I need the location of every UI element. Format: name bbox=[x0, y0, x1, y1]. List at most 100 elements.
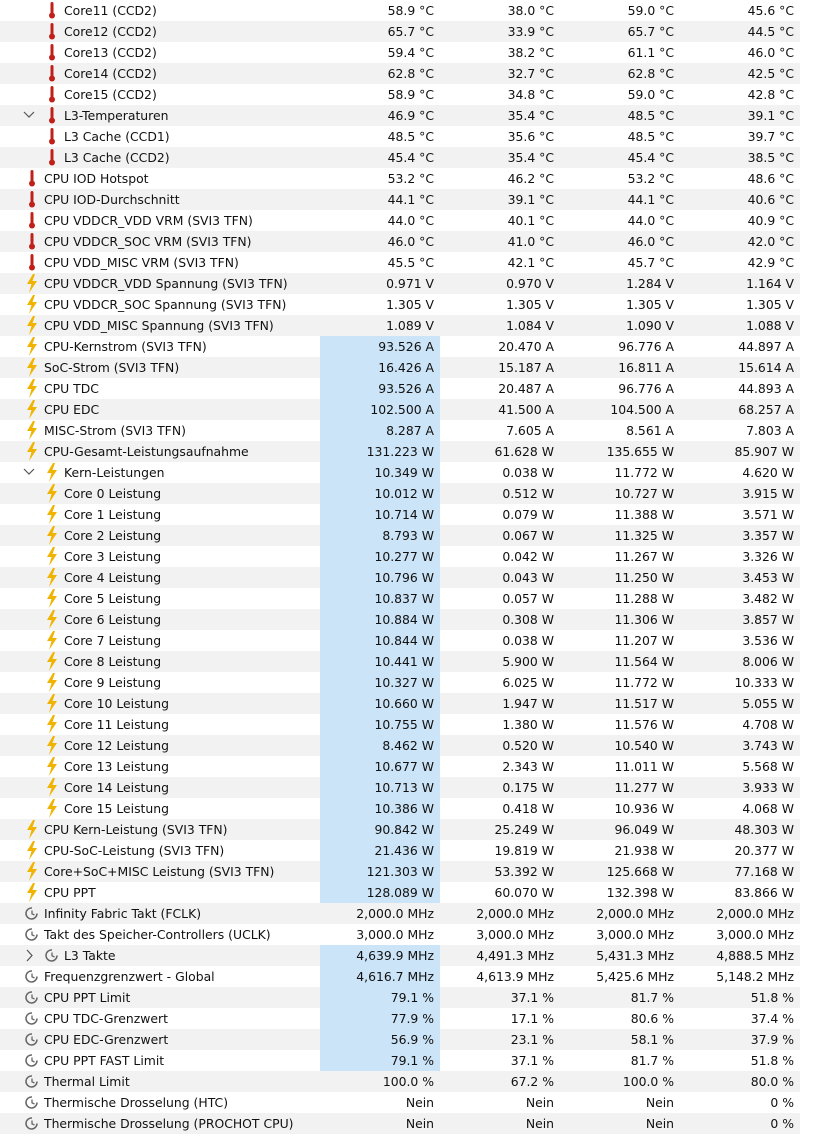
sensor-row[interactable]: Core 4 Leistung 10.796 W 0.043 W 11.250 W 3.… bbox=[0, 567, 800, 588]
current-value: 10.837 W bbox=[320, 588, 440, 609]
sensor-label: Core 11 Leistung bbox=[64, 717, 169, 732]
chevron-down-icon[interactable] bbox=[22, 462, 36, 483]
sensor-label: CPU-Gesamt-Leistungsaufnahme bbox=[44, 444, 249, 459]
sensor-row[interactable]: CPU EDC 102.500 A 41.500 A 104.500 A 68.257 … bbox=[0, 399, 800, 420]
sensor-label: L3 Takte bbox=[64, 948, 116, 963]
max-value: 59.0 °C bbox=[627, 87, 674, 102]
average-value: 48.6 °C bbox=[747, 171, 794, 186]
current-value: 58.9 °C bbox=[387, 3, 434, 18]
sensor-row[interactable]: Core 8 Leistung 10.441 W 5.900 W 11.564 W 8.… bbox=[0, 651, 800, 672]
current-value: 10.796 W bbox=[320, 567, 440, 588]
lightning-icon bbox=[24, 274, 40, 293]
scrollbar[interactable] bbox=[800, 0, 817, 1138]
sensor-label: Core 7 Leistung bbox=[64, 633, 162, 648]
sensor-row[interactable]: CPU EDC-Grenzwert 56.9 % 23.1 % 58.1 % 37.9 … bbox=[0, 1029, 800, 1050]
sensor-row[interactable]: Core 2 Leistung 8.793 W 0.067 W 11.325 W 3.3… bbox=[0, 525, 800, 546]
sensor-row[interactable]: L3 Cache (CCD2) 45.4 °C 35.4 °C 45.4 °C 38.5… bbox=[0, 147, 800, 168]
current-value: 45.5 °C bbox=[387, 255, 434, 270]
lightning-icon bbox=[44, 484, 60, 503]
current-value: 46.9 °C bbox=[387, 108, 434, 123]
current-value: 65.7 °C bbox=[387, 24, 434, 39]
thermometer-icon bbox=[44, 1, 60, 20]
sensor-label: CPU TDC-Grenzwert bbox=[44, 1011, 168, 1026]
lightning-icon bbox=[44, 631, 60, 650]
sensor-row[interactable]: CPU PPT Limit 79.1 % 37.1 % 81.7 % 51.8 % bbox=[0, 987, 800, 1008]
sensor-row[interactable]: CPU VDD_MISC Spannung (SVI3 TFN) 1.089 V 1… bbox=[0, 315, 800, 336]
sensor-row[interactable]: Core13 (CCD2) 59.4 °C 38.2 °C 61.1 °C 46.0 °… bbox=[0, 42, 800, 63]
sensor-row[interactable]: Core11 (CCD2) 58.9 °C 38.0 °C 59.0 °C 45.6 °… bbox=[0, 0, 800, 21]
chevron-down-icon[interactable] bbox=[22, 105, 36, 126]
sensor-row[interactable]: Core 6 Leistung 10.884 W 0.308 W 11.306 W 3.… bbox=[0, 609, 800, 630]
average-value: 4.708 W bbox=[742, 717, 794, 732]
sensor-row[interactable]: CPU VDDCR_SOC Spannung (SVI3 TFN) 1.305 V… bbox=[0, 294, 800, 315]
sensor-row[interactable]: CPU TDC-Grenzwert 77.9 % 17.1 % 80.6 % 37.4 … bbox=[0, 1008, 800, 1029]
sensor-row[interactable]: CPU IOD-Durchschnitt 44.1 °C 39.1 °C 44.1 °… bbox=[0, 189, 800, 210]
sensor-row[interactable]: CPU VDDCR_SOC VRM (SVI3 TFN) 46.0 °C 41.0 … bbox=[0, 231, 800, 252]
average-value: 3.326 W bbox=[742, 549, 794, 564]
sensor-row[interactable]: L3 Cache (CCD1) 48.5 °C 35.6 °C 48.5 °C 39.7… bbox=[0, 126, 800, 147]
sensor-row[interactable]: Core 5 Leistung 10.837 W 0.057 W 11.288 W 3.… bbox=[0, 588, 800, 609]
sensor-row[interactable]: Core 13 Leistung 10.677 W 2.343 W 11.011 W 5… bbox=[0, 756, 800, 777]
lightning-icon bbox=[24, 421, 40, 440]
lightning-icon bbox=[24, 337, 40, 356]
sensor-row[interactable]: Frequenzgrenzwert - Global 4,616.7 MHz 4,6… bbox=[0, 966, 800, 987]
sensor-row[interactable]: Core 9 Leistung 10.327 W 6.025 W 11.772 W 10… bbox=[0, 672, 800, 693]
sensor-row[interactable]: Core12 (CCD2) 65.7 °C 33.9 °C 65.7 °C 44.5 °… bbox=[0, 21, 800, 42]
sensor-row[interactable]: CPU-SoC-Leistung (SVI3 TFN) 21.436 W 19.81… bbox=[0, 840, 800, 861]
sensor-row[interactable]: CPU VDDCR_VDD VRM (SVI3 TFN) 44.0 °C 40.1 … bbox=[0, 210, 800, 231]
sensor-row[interactable]: Thermische Drosselung (PROCHOT CPU) Nein N… bbox=[0, 1113, 800, 1134]
sensor-row[interactable]: L3-Temperaturen 46.9 °C 35.4 °C 48.5 °C 39.1… bbox=[0, 105, 800, 126]
sensor-row[interactable]: Thermal Limit 100.0 % 67.2 % 100.0 % 80.0 % bbox=[0, 1071, 800, 1092]
sensor-row[interactable]: Core14 (CCD2) 62.8 °C 32.7 °C 62.8 °C 42.5 °… bbox=[0, 63, 800, 84]
sensor-row[interactable]: Thermische Drosselung (HTC) Nein Nein Nein 0… bbox=[0, 1092, 800, 1113]
sensor-row[interactable]: CPU VDD_MISC VRM (SVI3 TFN) 45.5 °C 42.1 °… bbox=[0, 252, 800, 273]
average-value: 15.614 A bbox=[738, 360, 794, 375]
sensor-row[interactable]: Core 0 Leistung 10.012 W 0.512 W 10.727 W 3.… bbox=[0, 483, 800, 504]
lightning-icon bbox=[24, 841, 40, 860]
sensor-row[interactable]: CPU-Gesamt-Leistungsaufnahme 131.223 W 61.… bbox=[0, 441, 800, 462]
chevron-right-icon[interactable] bbox=[22, 945, 36, 966]
sensor-row[interactable]: Core 3 Leistung 10.277 W 0.042 W 11.267 W 3.… bbox=[0, 546, 800, 567]
sensor-row[interactable]: Core 1 Leistung 10.714 W 0.079 W 11.388 W 3.… bbox=[0, 504, 800, 525]
sensor-row[interactable]: CPU Kern-Leistung (SVI3 TFN) 90.842 W 25.2… bbox=[0, 819, 800, 840]
sensor-row[interactable]: Takt des Speicher-Controllers (UCLK) 3,00… bbox=[0, 924, 800, 945]
max-value: 11.288 W bbox=[614, 591, 674, 606]
max-value: 96.049 W bbox=[614, 822, 674, 837]
sensor-row[interactable]: Core15 (CCD2) 58.9 °C 34.8 °C 59.0 °C 42.8 °… bbox=[0, 84, 800, 105]
sensor-label: MISC-Strom (SVI3 TFN) bbox=[44, 423, 186, 438]
sensor-label: Thermische Drosselung (PROCHOT CPU) bbox=[44, 1116, 294, 1131]
sensor-row[interactable]: Core 12 Leistung 8.462 W 0.520 W 10.540 W 3.… bbox=[0, 735, 800, 756]
sensor-row[interactable]: CPU TDC 93.526 A 20.487 A 96.776 A 44.893 A bbox=[0, 378, 800, 399]
sensor-row[interactable]: Kern-Leistungen 10.349 W 0.038 W 11.772 W 4.… bbox=[0, 462, 800, 483]
sensor-row[interactable]: Core 14 Leistung 10.713 W 0.175 W 11.277 W 3… bbox=[0, 777, 800, 798]
min-value: 17.1 % bbox=[510, 1011, 554, 1026]
average-value: 5.055 W bbox=[742, 696, 794, 711]
sensor-row[interactable]: Core 7 Leistung 10.844 W 0.038 W 11.207 W 3.… bbox=[0, 630, 800, 651]
thermometer-icon bbox=[24, 169, 40, 188]
clock-icon bbox=[24, 1030, 40, 1049]
min-value: 0.043 W bbox=[502, 570, 554, 585]
sensor-row[interactable]: MISC-Strom (SVI3 TFN) 8.287 A 7.605 A 8.561… bbox=[0, 420, 800, 441]
sensor-row[interactable]: Infinity Fabric Takt (FCLK) 2,000.0 MHz 2,… bbox=[0, 903, 800, 924]
max-value: 81.7 % bbox=[630, 990, 674, 1005]
lightning-icon bbox=[44, 757, 60, 776]
sensor-row[interactable]: CPU VDDCR_VDD Spannung (SVI3 TFN) 0.971 V… bbox=[0, 273, 800, 294]
clock-icon bbox=[24, 1051, 40, 1070]
min-value: 1.305 V bbox=[506, 297, 554, 312]
sensor-row[interactable]: SoC-Strom (SVI3 TFN) 16.426 A 15.187 A 16.8… bbox=[0, 357, 800, 378]
sensor-row[interactable]: CPU IOD Hotspot 53.2 °C 46.2 °C 53.2 °C 48.6… bbox=[0, 168, 800, 189]
sensor-row[interactable]: CPU PPT 128.089 W 60.070 W 132.398 W 83.866 … bbox=[0, 882, 800, 903]
sensor-row[interactable]: CPU-Kernstrom (SVI3 TFN) 93.526 A 20.470 A… bbox=[0, 336, 800, 357]
lightning-icon bbox=[44, 673, 60, 692]
sensor-row[interactable]: CPU PPT FAST Limit 79.1 % 37.1 % 81.7 % 51.8… bbox=[0, 1050, 800, 1071]
sensor-row[interactable]: Core+SoC+MISC Leistung (SVI3 TFN) 121.303… bbox=[0, 861, 800, 882]
max-value: 104.500 A bbox=[610, 402, 674, 417]
average-value: 51.8 % bbox=[750, 1053, 794, 1068]
sensor-row[interactable]: Core 11 Leistung 10.755 W 1.380 W 11.576 W 4… bbox=[0, 714, 800, 735]
max-value: 16.811 A bbox=[618, 360, 674, 375]
clock-icon bbox=[24, 1072, 40, 1091]
sensor-row[interactable]: Core 10 Leistung 10.660 W 1.947 W 11.517 W 5… bbox=[0, 693, 800, 714]
sensor-row[interactable]: Core 15 Leistung 10.386 W 0.418 W 10.936 W 4… bbox=[0, 798, 800, 819]
sensor-row[interactable]: L3 Takte 4,639.9 MHz 4,491.3 MHz 5,431.3 MH… bbox=[0, 945, 800, 966]
average-value: 10.333 W bbox=[734, 675, 794, 690]
